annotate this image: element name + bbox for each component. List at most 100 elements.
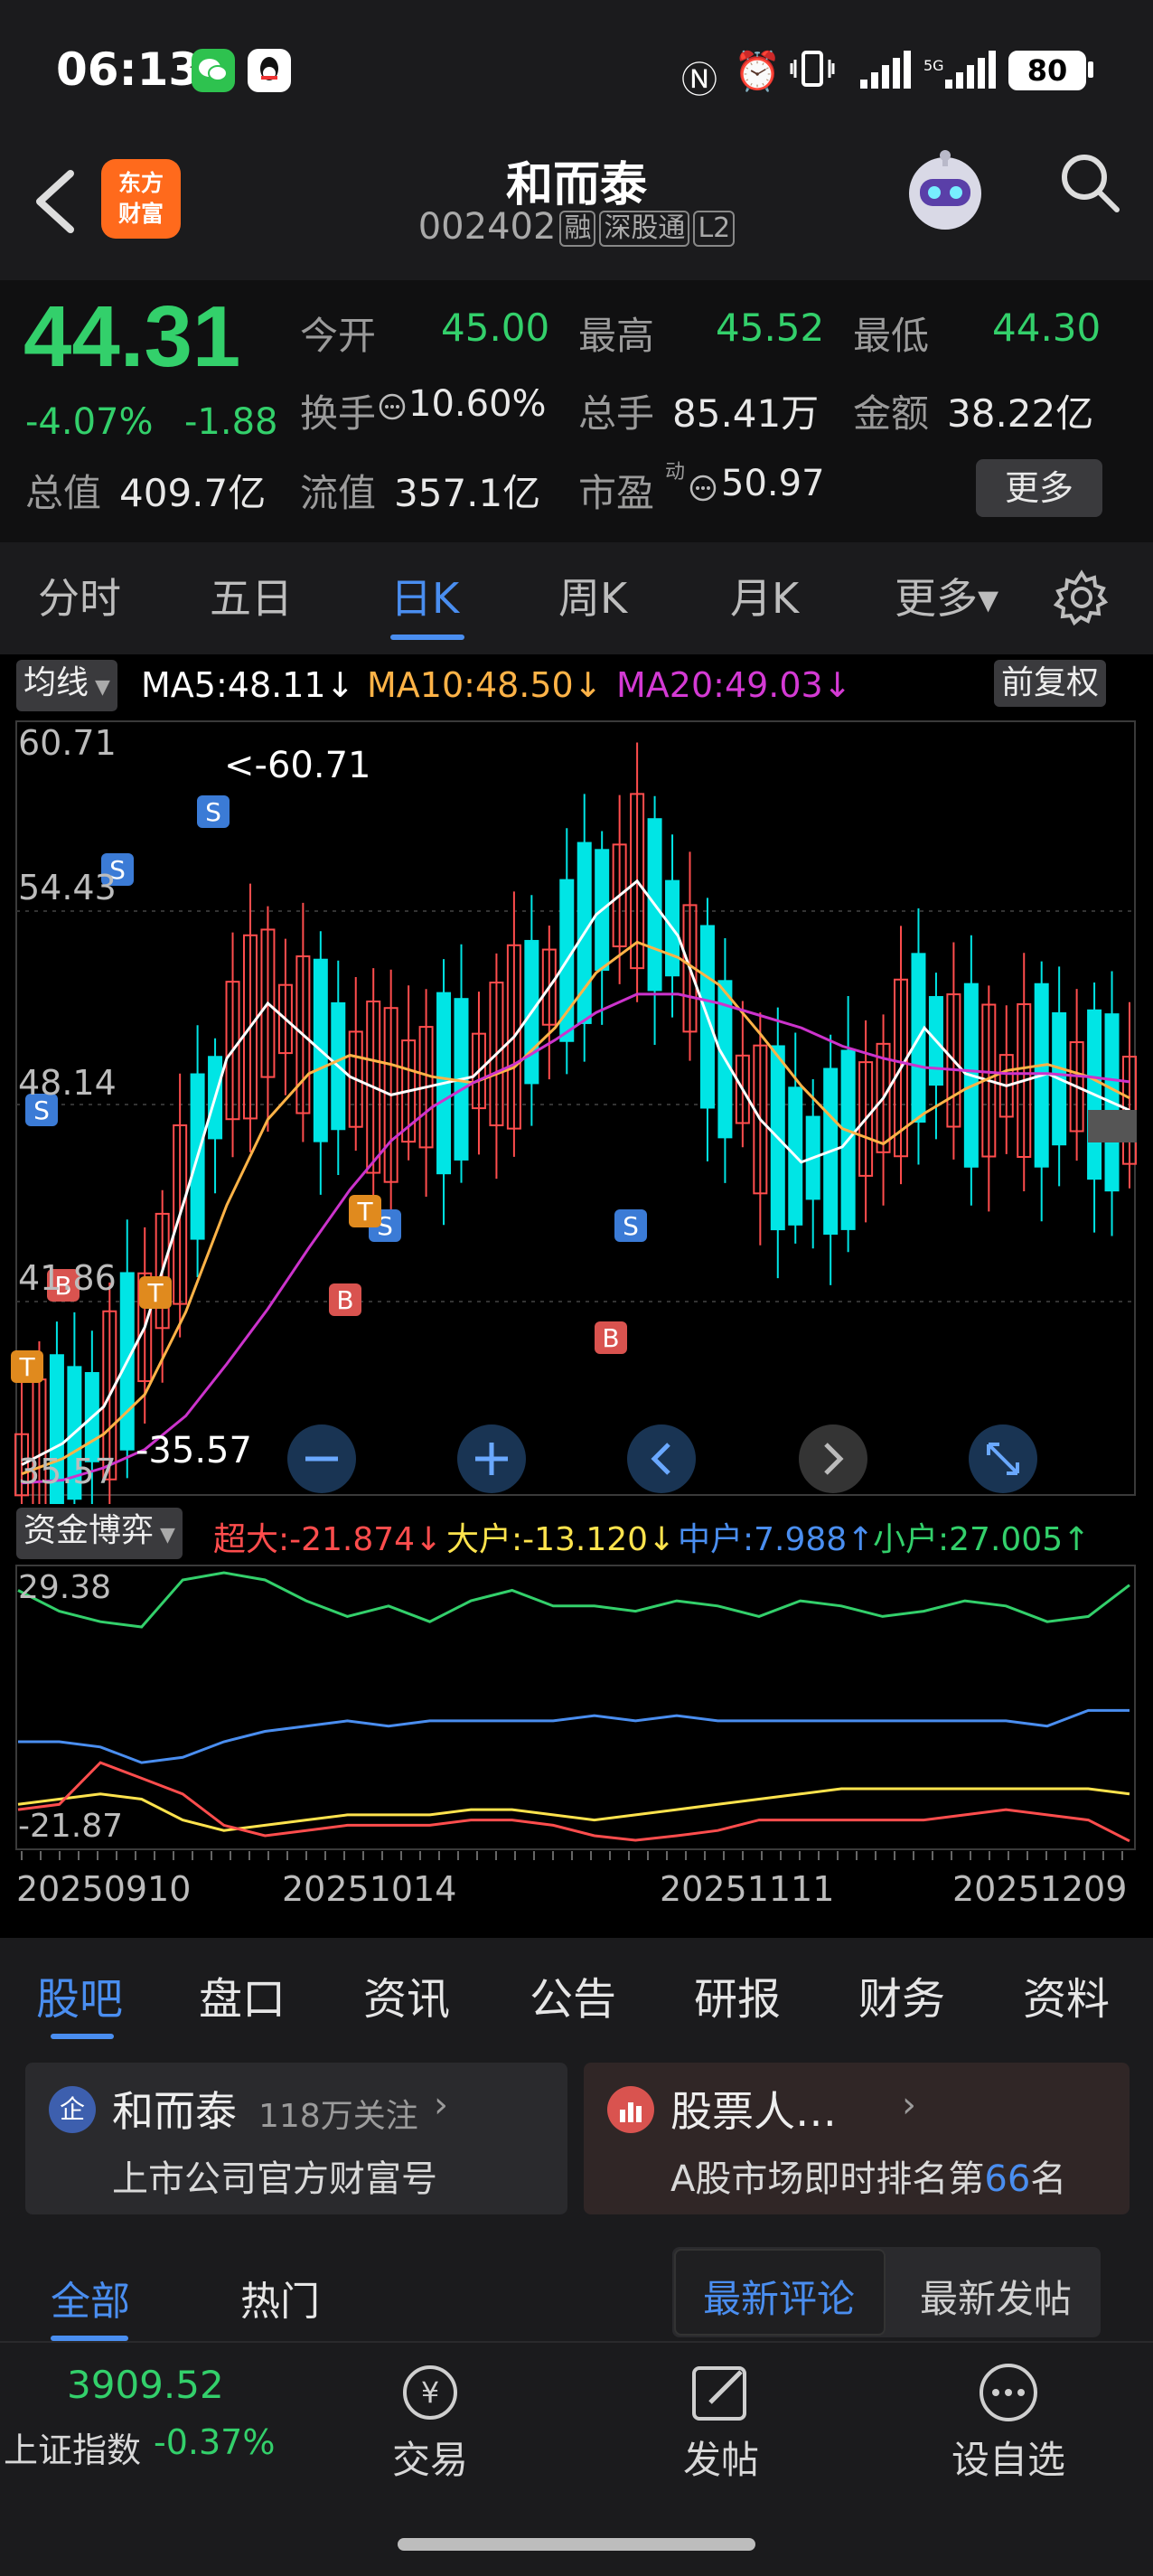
flow-small: 小户:27.005↑ (873, 1521, 1091, 1558)
svg-text:S: S (205, 797, 221, 827)
open-value: 45.00 (441, 306, 550, 350)
volume-label: 总手 (578, 391, 655, 436)
trade-marker-s: S (197, 795, 230, 828)
tag-margin: 融 (559, 211, 596, 247)
status-bar: 06:13 Ⓝ ⏰ 5G 80 (0, 0, 1153, 145)
low-value: 44.30 (992, 306, 1101, 350)
post-label[interactable]: 发帖 (667, 2430, 775, 2485)
status-time: 06:13 (56, 43, 201, 96)
adjust-button[interactable]: 前复权 (994, 660, 1107, 707)
sort-latest-comment[interactable]: 最新评论 (703, 2269, 855, 2324)
float-label: 流值 (300, 471, 377, 515)
flow-medium: 中户:7.988↑ (678, 1521, 875, 1558)
zoom-out-button (287, 1424, 356, 1493)
ranking-card[interactable]: 股票人… › A股市场即时排名第66名 (584, 2063, 1130, 2214)
candle (383, 969, 398, 1231)
home-indicator (398, 2538, 755, 2551)
y-tick-4: 41.86 (18, 1258, 117, 1298)
ma-dropdown[interactable]: 均线 ▼ (16, 660, 117, 711)
tab-monthly-k[interactable]: 月K (730, 566, 799, 625)
candle (173, 1073, 188, 1338)
tab-announcements[interactable]: 公告 (530, 1963, 616, 2026)
candle (998, 1005, 1014, 1154)
filter-hot[interactable]: 热门 (240, 2269, 320, 2327)
index-value[interactable]: 3909.52 (67, 2363, 224, 2407)
trade-label[interactable]: 交易 (376, 2430, 484, 2485)
flow-dropdown[interactable]: 资金博弈 ▼ (16, 1508, 183, 1559)
capital-flow-chart[interactable] (0, 1564, 1153, 1853)
ma-line-ma10 (21, 940, 1130, 1476)
info-icon[interactable] (689, 474, 717, 506)
low-label: 最低 (853, 314, 930, 358)
change-amount: -1.88 (184, 401, 278, 443)
candle (541, 926, 557, 1080)
tab-intraday[interactable]: 分时 (38, 566, 121, 625)
company-account-subtitle: 上市公司官方财富号 (112, 2158, 437, 2200)
candle (242, 883, 258, 1152)
ma-line-ma20 (21, 992, 1130, 1485)
stock-code: 002402 (417, 206, 557, 248)
mktcap-value: 409.7亿 (119, 471, 267, 515)
candle (735, 1001, 750, 1148)
more-dots-icon[interactable] (974, 2361, 1043, 2428)
tab-more[interactable]: 更多▾ (895, 566, 998, 625)
kline-chart[interactable]: SSSS SBBBTTT (0, 714, 1153, 1504)
date-label-3: 20251111 (660, 1869, 835, 1909)
svg-text:B: B (336, 1285, 353, 1315)
info-icon[interactable] (378, 392, 407, 425)
tab-five-day[interactable]: 五日 (210, 566, 293, 625)
candle (454, 944, 469, 1183)
candle (295, 902, 311, 1142)
tab-financials[interactable]: 财务 (858, 1963, 945, 2026)
svg-text:B: B (602, 1323, 619, 1353)
gear-icon[interactable] (1053, 569, 1110, 629)
tab-news[interactable]: 资讯 (363, 1963, 450, 2026)
candle (1017, 953, 1032, 1191)
compose-icon[interactable] (687, 2361, 755, 2428)
candle (366, 968, 381, 1225)
alarm-icon: ⏰ (734, 49, 782, 93)
chevron-right-icon: › (902, 2084, 916, 2126)
candle (277, 938, 293, 1095)
ranking-prefix: A股市场即时排名第 (670, 2158, 985, 2200)
robot-assistant-icon[interactable] (900, 146, 990, 237)
company-account-card[interactable]: 企 和而泰 118万关注 › 上市公司官方财富号 (25, 2063, 567, 2214)
amount-value: 38.22亿 (947, 391, 1094, 436)
candle (823, 1034, 839, 1285)
filter-all[interactable]: 全部 (51, 2269, 130, 2327)
tab-forum[interactable]: 股吧 (36, 1963, 123, 2026)
y-tick-min: 35.57 (18, 1452, 117, 1491)
tab-orderbook[interactable]: 盘口 (199, 1963, 286, 2026)
y-tick-2: 54.43 (18, 868, 117, 907)
svg-text:¥: ¥ (421, 2375, 439, 2410)
search-icon[interactable] (1057, 150, 1122, 215)
flow-max-label: 29.38 (18, 1569, 112, 1606)
sort-latest-post[interactable]: 最新发帖 (920, 2269, 1072, 2324)
more-quote-button[interactable]: 更多 (976, 459, 1102, 517)
flow-min-label: -21.87 (18, 1808, 124, 1845)
ranking-subtitle: A股市场即时排名第66名 (670, 2149, 1066, 2202)
tab-daily-k[interactable]: 日K (390, 566, 459, 625)
flow-line (17, 1761, 1130, 1843)
high-label: 最高 (578, 314, 655, 358)
candle (348, 977, 363, 1152)
tab-profile[interactable]: 资料 (1023, 1963, 1110, 2026)
nfc-icon: Ⓝ (681, 60, 717, 101)
turnover-value: 10.60% (408, 383, 547, 425)
candle (190, 1025, 205, 1277)
zoom-in-button (457, 1424, 526, 1493)
svg-text:T: T (18, 1352, 35, 1382)
flow-lines (17, 1571, 1130, 1843)
tag-l2: L2 (693, 211, 736, 247)
trade-icon[interactable]: ¥ (394, 2361, 466, 2428)
qq-icon (248, 49, 291, 92)
fullscreen-button (969, 1424, 1037, 1493)
add-watchlist-label[interactable]: 设自选 (945, 2430, 1072, 2485)
candle (946, 942, 961, 1160)
tab-weekly-k[interactable]: 周K (558, 566, 627, 625)
candle (647, 795, 662, 1046)
candle (489, 953, 504, 1180)
tab-research[interactable]: 研报 (694, 1963, 781, 2026)
active-content-tab-indicator (51, 2034, 114, 2039)
candle (788, 1032, 803, 1244)
